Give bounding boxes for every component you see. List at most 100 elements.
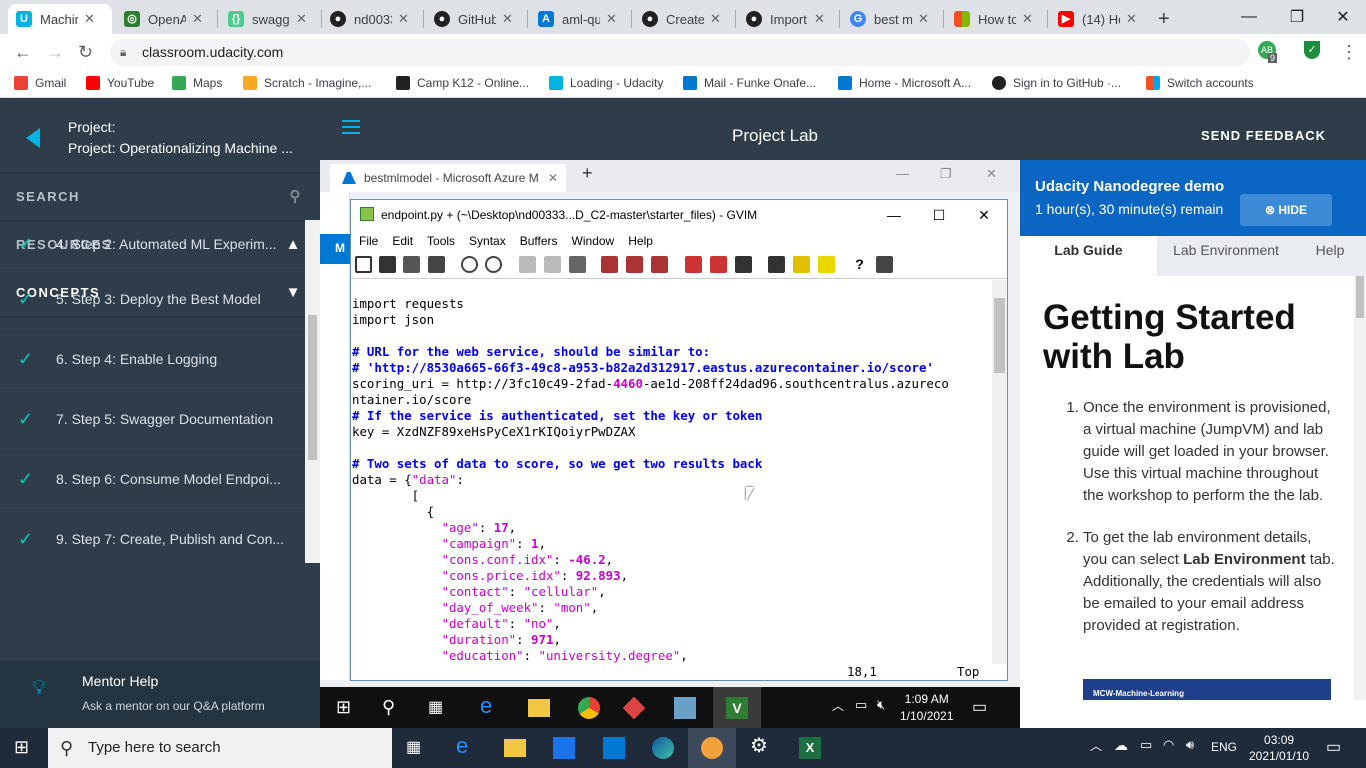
close-tab-icon[interactable]: ✕ — [814, 11, 825, 27]
bookmark-item[interactable]: Gmail — [14, 76, 66, 90]
close-tab-icon[interactable]: ✕ — [502, 11, 513, 27]
list-item[interactable]: ✓ 7. Step 5: Swagger Documentation — [0, 389, 305, 449]
print-icon[interactable] — [428, 256, 445, 273]
code-editor[interactable]: import requests import json # URL for th… — [351, 280, 993, 664]
list-item[interactable]: ✓ 5. Step 3: Deploy the Best Model — [0, 269, 305, 329]
address-bar[interactable]: 🔒︎ classroom.udacity.com — [110, 39, 1250, 66]
browser-tab[interactable]: {} swagge ✕ — [220, 4, 320, 34]
send-feedback-button[interactable]: SEND FEEDBACK — [1201, 128, 1326, 143]
mail-icon[interactable] — [603, 737, 625, 759]
paste-icon[interactable] — [569, 256, 586, 273]
shell-icon[interactable] — [793, 256, 810, 273]
shield-icon[interactable]: ✓ — [1304, 41, 1320, 59]
help-icon[interactable]: ? — [851, 256, 868, 273]
windows-start-icon[interactable]: ⊞ — [14, 737, 36, 759]
close-tab-icon[interactable]: ✕ — [1022, 11, 1033, 27]
tab-lab-environment[interactable]: Lab Environment — [1157, 236, 1295, 276]
tab-lab-guide[interactable]: Lab Guide — [1020, 236, 1157, 276]
forward-icon[interactable]: → — [46, 42, 64, 63]
menu-help[interactable]: Help — [628, 234, 653, 248]
excel-icon[interactable]: X — [799, 737, 821, 759]
back-icon[interactable]: ← — [14, 42, 32, 63]
new-tab-button[interactable]: + — [1150, 4, 1180, 34]
notification-icon[interactable]: ▭ — [972, 697, 994, 719]
settings-icon[interactable]: ⚙ — [750, 733, 772, 757]
close-tab-icon[interactable]: ✕ — [606, 11, 617, 27]
close-tab-icon[interactable]: ✕ — [1126, 11, 1137, 27]
close-tab-icon[interactable]: ✕ — [398, 11, 409, 27]
mute-icon[interactable]: 🔇︎ — [877, 697, 899, 719]
run-script-icon[interactable] — [735, 256, 752, 273]
project-title[interactable]: Project: Operationalizing Machine ... — [68, 140, 308, 156]
chevron-up-icon[interactable]: ︿ — [1090, 737, 1112, 759]
sidebar-scrollbar[interactable] — [305, 220, 320, 563]
vm-git-icon[interactable] — [622, 696, 646, 720]
active-app-button[interactable] — [688, 728, 736, 768]
hamburger-icon[interactable] — [342, 120, 360, 134]
lab-scrollbar[interactable] — [1354, 276, 1366, 700]
browser-tab[interactable]: ● nd0033 ✕ — [322, 4, 422, 34]
make-icon[interactable] — [768, 256, 785, 273]
network-icon[interactable]: ▭ — [855, 697, 877, 719]
open-icon[interactable] — [355, 256, 372, 273]
close-window-icon[interactable]: ✕ — [1320, 0, 1366, 34]
vm-network-icon[interactable] — [674, 697, 696, 719]
menu-file[interactable]: File — [359, 234, 378, 248]
search-icon[interactable]: ⚲ — [290, 173, 303, 221]
vm-chrome-icon[interactable] — [578, 697, 600, 719]
wifi-icon[interactable]: ◠ — [1163, 737, 1185, 759]
close-tab-icon[interactable]: ✕ — [84, 11, 95, 27]
close-tab-icon[interactable]: ✕ — [710, 11, 721, 27]
list-item[interactable]: ✓ 4. Step 2: Automated ML Experim... — [0, 220, 305, 269]
taskbar-search[interactable]: ⚲ Type here to search — [48, 728, 392, 768]
close-tab-icon[interactable]: ✕ — [192, 11, 203, 27]
vm-search-icon[interactable]: ⚲ — [382, 697, 404, 719]
menu-syntax[interactable]: Syntax — [469, 234, 506, 248]
restore-icon[interactable]: ❐ — [940, 166, 952, 182]
restore-icon[interactable]: ❐ — [1274, 0, 1320, 34]
vm-gvim-taskbar-button[interactable]: V — [713, 687, 761, 728]
find-next-icon[interactable] — [626, 256, 643, 273]
mentor-help[interactable]: 💡︎ Mentor Help Ask a mentor on our Q&A p… — [0, 661, 320, 728]
bookmark-item[interactable]: Switch accounts — [1146, 76, 1254, 90]
bookmark-item[interactable]: Camp K12 - Online... — [396, 76, 529, 90]
browser-tab[interactable]: How to ✕ — [946, 4, 1046, 34]
close-tab-icon[interactable]: ✕ — [548, 164, 558, 192]
edge-tab[interactable]: bestmlmodel - Microsoft Azure M ✕ — [330, 164, 566, 192]
browser-tab[interactable]: U Machin ✕ — [8, 4, 112, 34]
menu-edit[interactable]: Edit — [392, 234, 413, 248]
bookmark-item[interactable]: Home - Microsoft A... — [838, 76, 971, 90]
browser-tab[interactable]: ● Create ✕ — [634, 4, 734, 34]
bookmark-item[interactable]: YouTube — [86, 76, 154, 90]
system-clock[interactable]: 03:09 2021/01/10 — [1249, 732, 1309, 764]
copy-icon[interactable] — [544, 256, 561, 273]
vm-taskview-icon[interactable]: ▦ — [428, 697, 450, 719]
maximize-icon[interactable]: ☐ — [916, 200, 962, 230]
redo-icon[interactable] — [485, 256, 502, 273]
sidebar-search[interactable]: SEARCH ⚲ — [0, 173, 320, 221]
browser-tab[interactable]: G best m ✕ — [842, 4, 942, 34]
editor-scrollbar[interactable] — [992, 280, 1007, 664]
hide-button[interactable]: ⊗ HIDE — [1240, 194, 1332, 226]
vm-clock[interactable]: 1:09 AM 1/10/2021 — [900, 691, 953, 725]
save-icon[interactable] — [379, 256, 396, 273]
menu-window[interactable]: Window — [572, 234, 615, 248]
browser-tab[interactable]: ● GitHub ✕ — [426, 4, 526, 34]
menu-buffers[interactable]: Buffers — [520, 234, 558, 248]
reload-icon[interactable]: ↻ — [78, 42, 93, 63]
close-tab-icon[interactable]: ✕ — [918, 11, 929, 27]
minimize-icon[interactable]: — — [871, 200, 917, 230]
gvim-window[interactable]: endpoint.py + (~\Desktop\nd00333...D_C2-… — [350, 199, 1008, 681]
edge-icon[interactable] — [652, 737, 674, 759]
tab-help[interactable]: Help — [1295, 236, 1365, 276]
taskview-icon[interactable]: ▦ — [406, 737, 428, 759]
browser-tab[interactable]: ● Import ✕ — [738, 4, 838, 34]
find-help-icon[interactable] — [876, 256, 893, 273]
tags-icon[interactable] — [818, 256, 835, 273]
close-window-icon[interactable]: ✕ — [986, 166, 997, 182]
language-indicator[interactable]: ENG — [1211, 740, 1237, 762]
replace-icon[interactable] — [601, 256, 618, 273]
list-item[interactable]: ✓ 9. Step 7: Create, Publish and Con... — [0, 509, 305, 563]
bookmark-item[interactable]: Loading - Udacity — [549, 76, 663, 90]
battery-icon[interactable]: ▭ — [1140, 737, 1162, 759]
